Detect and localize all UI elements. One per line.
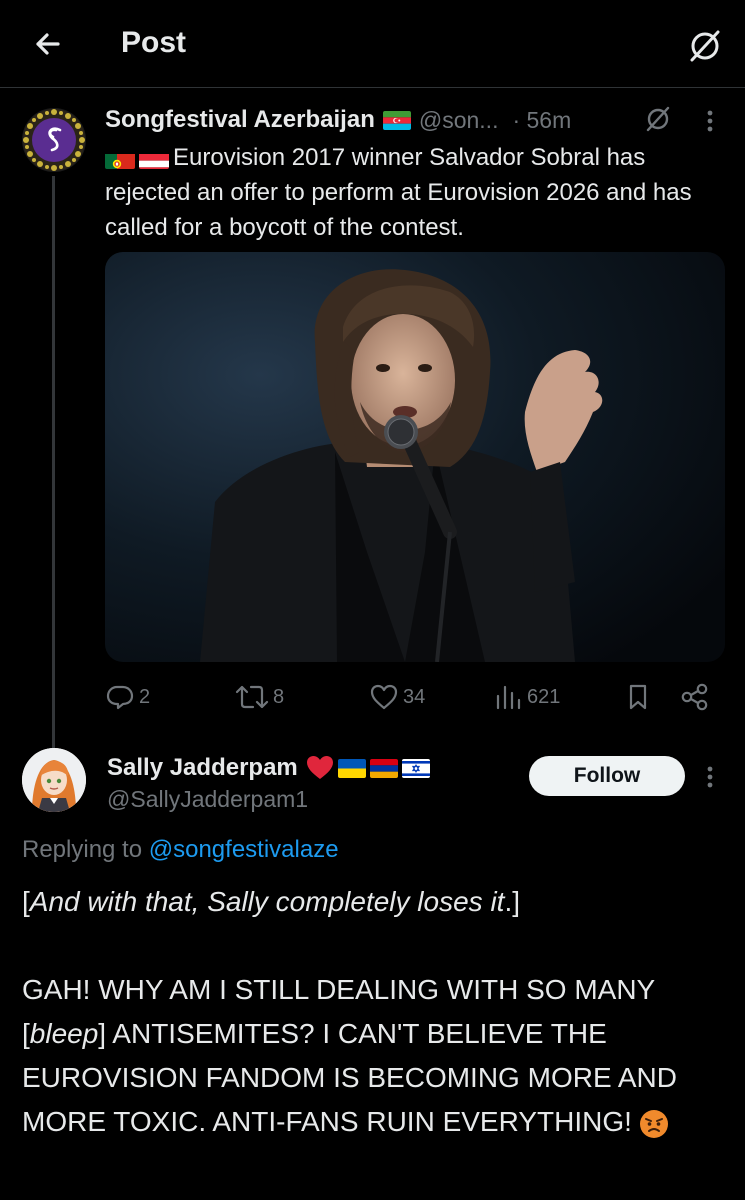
- avatar[interactable]: [22, 108, 86, 172]
- top-bar: Post: [0, 0, 745, 88]
- view-count: 621: [527, 685, 561, 708]
- reply-paragraph-2: GAH! WHY AM I STILL DEALING WITH SO MANY…: [22, 968, 722, 1144]
- armenia-flag-icon: [369, 758, 398, 778]
- replying-prefix: Replying to: [22, 836, 143, 863]
- more-options-icon[interactable]: [704, 108, 716, 134]
- heart-icon: [370, 684, 398, 710]
- reply-icon: [106, 685, 134, 710]
- reply-paragraph-1: [And with that, Sally completely loses i…: [22, 880, 722, 924]
- repost-icon: [235, 685, 269, 709]
- reply-text: [And with that, Sally completely loses i…: [22, 880, 722, 1144]
- bookmark-action[interactable]: [623, 680, 657, 714]
- replying-mention-link[interactable]: @songfestivalaze: [149, 836, 339, 863]
- ukraine-flag-icon: [337, 758, 366, 778]
- post-author-row: Songfestival Azerbaijan @son... · 56m: [105, 104, 571, 136]
- arrow-left-icon[interactable]: [28, 24, 68, 64]
- post-media-image[interactable]: [105, 252, 725, 662]
- thread-connector: [52, 176, 55, 748]
- post-actions-bar: 2 8 34 621: [105, 680, 725, 714]
- share-icon: [681, 683, 708, 711]
- azerbaijan-flag-icon: [382, 110, 411, 130]
- author-name[interactable]: Songfestival Azerbaijan: [105, 106, 375, 134]
- views-action[interactable]: 621: [493, 680, 560, 714]
- angry-face-icon: [639, 1109, 668, 1138]
- reply-author-handle[interactable]: @SallyJadderpam1: [107, 786, 308, 813]
- more-options-icon[interactable]: [704, 764, 716, 790]
- repost-action[interactable]: 8: [235, 680, 284, 714]
- share-action[interactable]: [679, 680, 715, 714]
- bar-chart-icon: [496, 685, 521, 710]
- avatar[interactable]: [22, 748, 86, 812]
- post-time[interactable]: · 56m: [512, 107, 571, 134]
- reply-action[interactable]: 2: [105, 680, 150, 714]
- replying-to: Replying to @songfestivalaze: [22, 836, 339, 864]
- page-title: Post: [121, 26, 187, 59]
- post-text: Eurovision 2017 winner Salvador Sobral h…: [105, 140, 725, 245]
- like-action[interactable]: 34: [369, 680, 425, 714]
- repost-count: 8: [273, 685, 285, 708]
- reply-count: 2: [139, 685, 151, 708]
- post-text-body: Eurovision 2017 winner Salvador Sobral h…: [105, 144, 692, 241]
- portugal-flag-icon: [105, 149, 135, 169]
- reply-author-row: Sally Jadderpam: [107, 752, 430, 784]
- israel-flag-icon: [401, 758, 430, 778]
- like-count: 34: [403, 685, 426, 708]
- austria-flag-icon: [139, 149, 169, 169]
- reply-italic-text: And with that, Sally completely loses it: [29, 886, 505, 917]
- reply-author-name[interactable]: Sally Jadderpam: [107, 754, 298, 782]
- bleep-text: bleep: [29, 1018, 99, 1049]
- follow-button[interactable]: Follow: [529, 756, 685, 796]
- author-handle[interactable]: @son...: [419, 107, 499, 134]
- bracket-close: .]: [504, 886, 521, 917]
- reply-text-part-b: ] ANTISEMITES? I CAN'T BELIEVE THE EUROV…: [22, 1018, 677, 1137]
- bookmark-icon: [629, 684, 647, 710]
- grok-icon[interactable]: [685, 26, 725, 66]
- red-heart-icon: [306, 756, 333, 779]
- bracket-open: [: [22, 886, 30, 917]
- grok-icon[interactable]: [643, 104, 673, 134]
